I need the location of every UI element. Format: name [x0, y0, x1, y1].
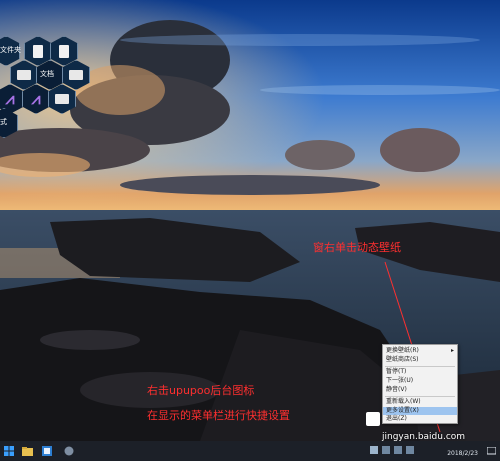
taskbar-date: 2018/2/23 — [447, 450, 478, 457]
notification-icon — [486, 446, 496, 454]
menu-item-mute[interactable]: 静音(V) — [383, 386, 457, 394]
menu-item-label: 下一张(U) — [386, 377, 414, 384]
menu-item-label: 重新载入(W) — [386, 398, 421, 405]
app-button-1[interactable] — [40, 444, 54, 458]
app-button-2[interactable] — [62, 444, 76, 458]
tray-input-icon[interactable] — [406, 446, 414, 454]
menu-item-exit[interactable]: 退出(Z) — [383, 415, 457, 423]
menu-item-label: 壁纸商店(S) — [386, 356, 419, 363]
taskbar: 2018/2/23 — [0, 441, 500, 461]
windows-icon — [4, 446, 14, 456]
app-icon — [64, 446, 74, 456]
tray-context-menu: 更换壁纸(R) ▸ 壁纸商店(S) 暂停(T) 下一张(U) 静音(V) 重新载入… — [382, 344, 458, 424]
tray-network-icon[interactable] — [382, 446, 390, 454]
menu-item-label: 更换壁纸(R) — [386, 347, 419, 354]
folder-icon — [21, 446, 33, 456]
menu-item-change-wallpaper[interactable]: 更换壁纸(R) ▸ — [383, 347, 457, 355]
menu-item-label: 更多设置(X) — [386, 407, 419, 414]
baidu-logo — [366, 412, 380, 426]
menu-item-reload[interactable]: 重新载入(W) — [383, 398, 457, 406]
menu-item-wallpaper-store[interactable]: 壁纸商店(S) — [383, 356, 457, 364]
notification-button[interactable] — [484, 444, 498, 458]
menu-item-more-settings[interactable]: 更多设置(X) — [383, 407, 457, 415]
menu-separator — [385, 366, 455, 367]
menu-item-label: 暂停(T) — [386, 368, 407, 375]
submenu-arrow-icon: ▸ — [450, 347, 454, 354]
tray-upupoo-icon[interactable] — [370, 446, 378, 454]
tray-volume-icon[interactable] — [394, 446, 402, 454]
menu-item-label: 退出(Z) — [386, 415, 407, 422]
menu-separator — [385, 396, 455, 397]
app-icon — [42, 446, 52, 456]
menu-item-pause[interactable]: 暂停(T) — [383, 368, 457, 376]
file-explorer-button[interactable] — [20, 444, 34, 458]
start-button[interactable] — [2, 444, 16, 458]
menu-item-label: 静音(V) — [386, 386, 407, 393]
menu-item-next[interactable]: 下一张(U) — [383, 377, 457, 385]
